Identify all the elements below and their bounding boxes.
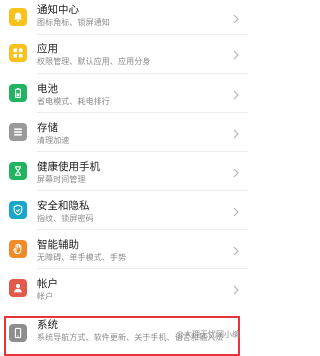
shield-icon: [9, 201, 27, 219]
chevron-right-icon: [233, 207, 239, 217]
person-icon: [9, 279, 27, 297]
chevron-right-icon: [233, 129, 239, 139]
chevron-right-icon: [233, 246, 239, 256]
item-title: 存储: [37, 122, 58, 134]
hand-icon: [9, 240, 27, 258]
item-subtitle: 指纹、锁屏密码: [37, 214, 94, 223]
item-subtitle: 权限管理、默认应用、应用分身: [37, 57, 151, 66]
item-title: 帐户: [37, 278, 58, 290]
settings-item-digital-wellbeing[interactable]: 健康使用手机 屏幕时间管理: [0, 152, 248, 191]
item-subtitle: 省电模式、耗电排行: [37, 97, 110, 106]
item-title: 健康使用手机: [37, 161, 100, 173]
settings-item-battery[interactable]: 电池 省电模式、耗电排行: [0, 74, 248, 113]
item-subtitle: 清理加速: [37, 136, 70, 145]
settings-item-accessibility[interactable]: 智能辅助 无障碍、单手模式、手势: [0, 230, 248, 269]
chevron-right-icon: [233, 285, 239, 295]
item-subtitle: 帐户: [37, 292, 54, 301]
chevron-right-icon: [233, 90, 239, 100]
item-title: 通知中心: [37, 4, 79, 16]
battery-icon: [9, 84, 27, 102]
item-subtitle: 无障碍、单手模式、手势: [37, 253, 127, 262]
item-title: 安全和隐私: [37, 200, 90, 212]
settings-item-security[interactable]: 安全和隐私 指纹、锁屏密码: [0, 191, 248, 230]
settings-list: 通知中心 图标角标、锁屏通知 应用 权限管理、默认应用、应用分身 电池 省电模式…: [0, 0, 248, 356]
settings-item-notifications[interactable]: 通知中心 图标角标、锁屏通知: [0, 0, 248, 38]
watermark: @大理无忧网小编: [176, 330, 240, 339]
chevron-right-icon: [233, 50, 239, 60]
item-title: 智能辅助: [37, 239, 79, 251]
item-title: 应用: [37, 43, 58, 55]
settings-item-accounts[interactable]: 帐户 帐户: [0, 269, 248, 307]
chevron-right-icon: [233, 14, 239, 24]
hourglass-icon: [9, 162, 27, 180]
storage-icon: [9, 123, 27, 141]
item-title: 电池: [37, 83, 58, 95]
item-subtitle: 图标角标、锁屏通知: [37, 18, 110, 27]
chevron-right-icon: [233, 168, 239, 178]
settings-item-storage[interactable]: 存储 清理加速: [0, 113, 248, 152]
bell-icon: [9, 8, 27, 26]
settings-item-apps[interactable]: 应用 权限管理、默认应用、应用分身: [0, 35, 248, 74]
item-subtitle: 屏幕时间管理: [37, 175, 86, 184]
apps-grid-icon: [9, 44, 27, 62]
